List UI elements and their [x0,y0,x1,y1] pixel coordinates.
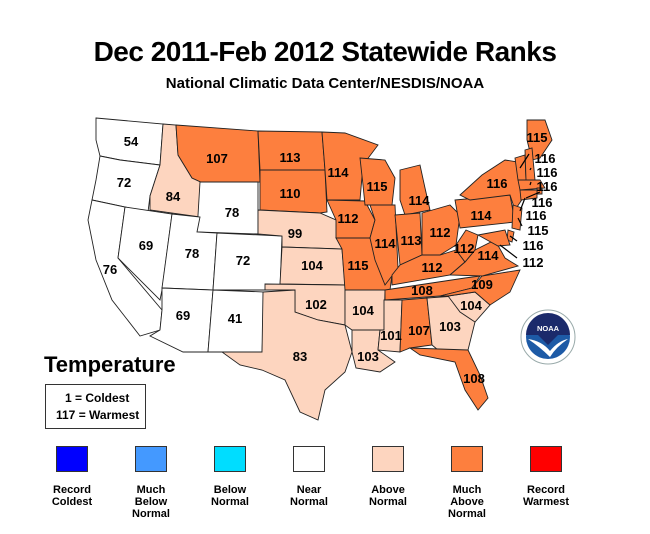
rank-label-fl: 108 [463,371,485,386]
legend-label: Near Normal [269,484,349,508]
state-md [476,229,511,247]
rank-label-ca: 76 [103,262,117,277]
rank-label-nm: 41 [228,311,242,326]
rank-label-ny: 116 [487,176,508,191]
rank-label-nj: 115 [528,223,549,238]
legend-label-line: Warmest [522,496,570,508]
rank-label-ar: 104 [352,303,374,318]
rank-label-mt: 107 [206,151,228,166]
legend-item-record-warmest: Record Warmest [506,446,586,508]
rank-label-nh: 116 [537,165,558,180]
legend-label-line: Near [296,484,322,496]
legend-label: Much Below Normal [111,484,191,520]
legend-swatch [372,446,404,472]
rank-label-mo: 115 [348,258,369,273]
legend-item-record-coldest: Record Coldest [32,446,112,508]
noaa-logo-text: NOAA [537,324,560,333]
legend-swatch [451,446,483,472]
legend-item-above: Above Normal [348,446,428,508]
legend-item-near: Near Normal [269,446,349,508]
rank-label-vt: 116 [535,151,556,166]
rank-label-wv: 112 [454,241,475,256]
rank-label-la: 103 [357,349,379,364]
rank-label-nc: 109 [471,277,493,292]
rank-label-de: 116 [523,238,544,253]
rank-label-nv: 69 [139,238,153,253]
rank-label-mn: 114 [328,165,350,180]
noaa-logo: NOAA [520,309,576,365]
variable-label: Temperature [44,352,176,377]
rank-label-tx: 83 [293,349,307,364]
rank-key-coldest: 1 = Coldest [65,391,130,405]
legend-label-line: Much [452,484,482,496]
legend-label: Record Warmest [506,484,586,508]
rank-label-me: 115 [527,130,548,145]
legend-swatch [56,446,88,472]
rank-label-ms: 101 [380,328,402,343]
rank-label-pa: 114 [471,208,493,223]
rank-label-in: 113 [401,233,422,248]
rank-label-ct: 116 [526,208,547,223]
legend-label-line: Below [213,484,247,496]
rank-label-wy: 78 [225,205,239,220]
rank-label-nd: 113 [280,150,301,165]
rank-label-wa: 54 [124,134,139,149]
rank-key-warmest: 117 = Warmest [56,408,140,422]
rank-label-az: 69 [176,308,190,323]
legend-swatch [135,446,167,472]
rank-label-or: 72 [117,175,131,190]
legend-label-line: Below [134,496,168,508]
rank-key-box: 1 = Coldest 117 = Warmest [45,384,146,429]
rank-label-ma: 116 [537,179,558,194]
legend-label-line: Normal [290,496,328,508]
rank-label-ut: 78 [185,246,199,261]
legend-swatch [214,446,246,472]
legend-label-line: Record [53,484,91,496]
legend-item-much-below: Much Below Normal [111,446,191,520]
legend-item-below: Below Normal [190,446,270,508]
legend-label-line: Normal [448,508,486,520]
rank-label-va: 114 [478,248,500,263]
rank-label-ga: 103 [439,319,461,334]
legend-item-much-above: Much Above Normal [427,446,507,520]
legend-label-line: Above [450,496,484,508]
rank-label-mi: 114 [409,193,431,208]
rank-label-sd: 110 [280,186,301,201]
rank-label-ks: 104 [301,258,323,273]
legend-label-line: Above [371,484,405,496]
legend-swatch [530,446,562,472]
legend-label-line: Coldest [51,496,93,508]
rank-label-sc: 104 [460,298,482,313]
legend-label-line: Record [527,484,565,496]
legend-swatch [293,446,325,472]
legend-label-line: Normal [132,508,170,520]
rank-label-co: 72 [236,253,250,268]
legend-label: Record Coldest [32,484,112,508]
rank-label-ia: 112 [338,211,359,226]
legend-label: Much Above Normal [427,484,507,520]
legend-label: Above Normal [348,484,428,508]
rank-label-md: 112 [523,255,544,270]
rank-label-ky: 112 [422,260,443,275]
legend-label-line: Much [136,484,166,496]
legend-label-line: Normal [369,496,407,508]
rank-label-ne: 99 [288,226,302,241]
rank-label-id: 84 [166,189,181,204]
rank-label-oh: 112 [430,225,451,240]
rank-label-al: 107 [408,323,430,338]
rank-label-wi: 115 [367,179,388,194]
rank-label-il: 114 [375,236,397,251]
rank-label-tn: 108 [411,283,433,298]
legend-label-line: Normal [211,496,249,508]
legend-label: Below Normal [190,484,270,508]
rank-label-ok: 102 [305,297,327,312]
